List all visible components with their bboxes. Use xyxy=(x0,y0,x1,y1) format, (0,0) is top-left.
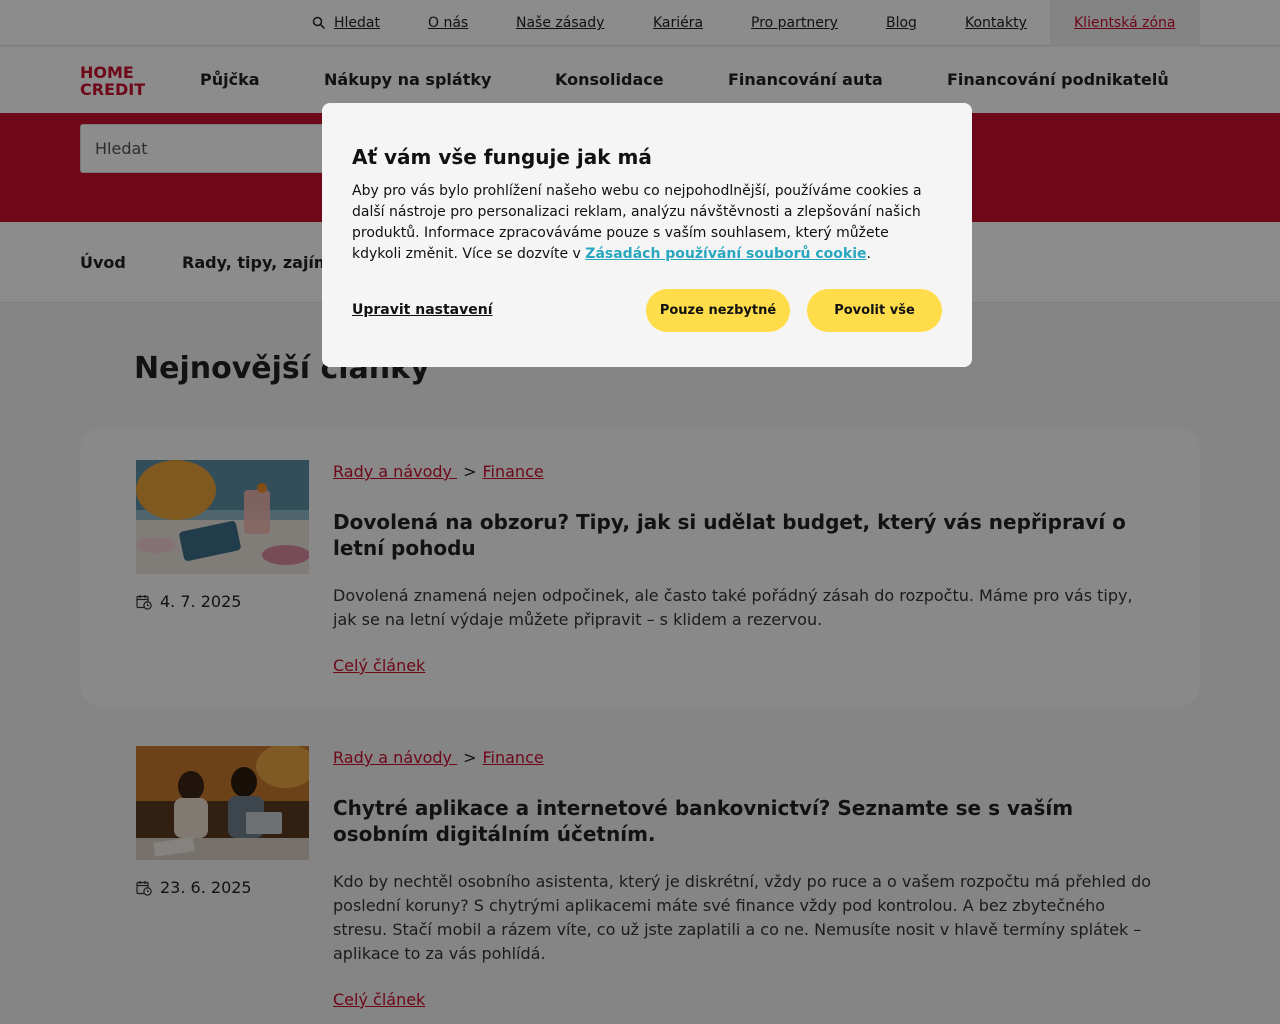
cookie-necessary-only-button[interactable]: Pouze nezbytné xyxy=(646,289,790,332)
cookie-consent-dialog: Ať vám vše funguje jak má Aby pro vás by… xyxy=(322,103,972,367)
cookie-allow-all-button[interactable]: Povolit vše xyxy=(807,289,942,332)
cookie-policy-link[interactable]: Zásadách používání souborů cookie xyxy=(585,246,866,262)
cookie-dialog-text: Aby pro vás bylo prohlížení našeho webu … xyxy=(352,181,942,265)
cookie-text-end: . xyxy=(866,246,871,262)
cookie-settings-button[interactable]: Upravit nastavení xyxy=(352,302,493,318)
cookie-dialog-title: Ať vám vše funguje jak má xyxy=(352,145,652,169)
